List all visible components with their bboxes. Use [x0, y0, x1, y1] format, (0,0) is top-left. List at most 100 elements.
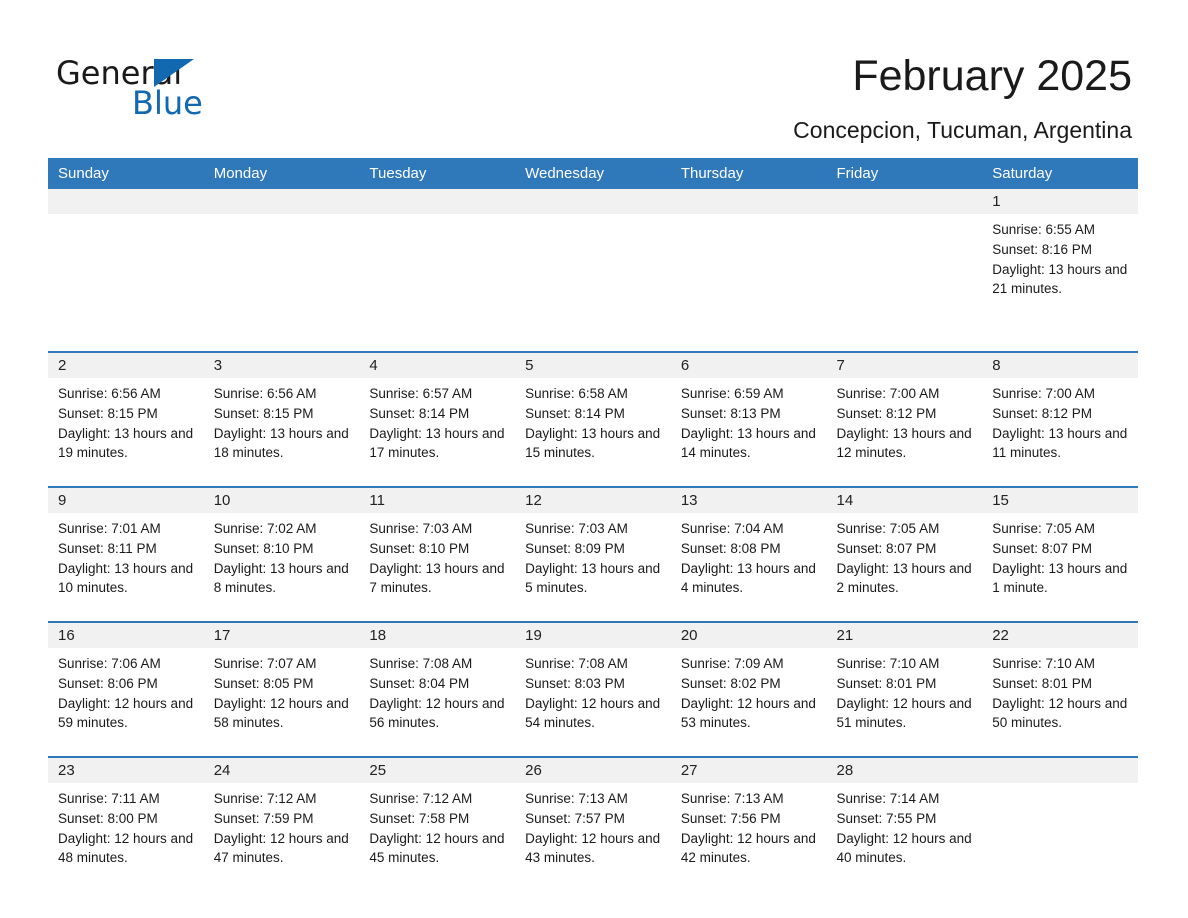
daylight-text: Daylight: 13 hours and 10 minutes.: [58, 560, 194, 596]
calendar-day-cell[interactable]: 28 Sunrise: 7:14 AM Sunset: 7:55 PM Dayligh…: [826, 756, 983, 887]
daylight-text: Daylight: 12 hours and 50 minutes.: [992, 695, 1128, 731]
calendar-day-cell[interactable]: 12 Sunrise: 7:03 AM Sunset: 8:09 PM Dayligh…: [515, 486, 671, 622]
sunset-text: Sunset: 8:12 PM: [992, 405, 1093, 421]
calendar-day-cell[interactable]: 27 Sunrise: 7:13 AM Sunset: 7:56 PM Dayligh…: [670, 756, 827, 887]
day-number: 23: [48, 758, 204, 783]
sunset-text: Sunset: 8:09 PM: [525, 540, 625, 556]
day-number: 11: [359, 488, 516, 513]
day-details: Sunrise: 7:00 AM Sunset: 8:12 PM Daylight:…: [982, 378, 1138, 463]
calendar-day-cell[interactable]: 11 Sunrise: 7:03 AM Sunset: 8:10 PM Dayligh…: [359, 486, 516, 622]
day-details: Sunrise: 7:10 AM Sunset: 8:01 PM Daylight:…: [827, 648, 983, 733]
daylight-text: Daylight: 12 hours and 59 minutes.: [58, 695, 194, 731]
daylight-text: Daylight: 12 hours and 42 minutes.: [680, 830, 816, 866]
calendar-day-cell[interactable]: 6 Sunrise: 6:59 AM Sunset: 8:13 PM Daylight…: [670, 351, 827, 487]
month-calendar-table: Sunday Monday Tuesday Wednesday Thursday…: [48, 158, 1138, 887]
daylight-text: Daylight: 13 hours and 8 minutes.: [213, 560, 349, 596]
sunset-text: Sunset: 8:10 PM: [369, 540, 470, 556]
day-number: [203, 189, 360, 214]
weekday-header-friday: Friday: [826, 158, 983, 189]
calendar-day-cell[interactable]: 9 Sunrise: 7:01 AM Sunset: 8:11 PM Daylight…: [48, 486, 204, 622]
calendar-day-cell[interactable]: 17 Sunrise: 7:07 AM Sunset: 8:05 PM Dayligh…: [203, 621, 360, 757]
calendar-page: General Blue February 2025 Concepcion, T…: [0, 0, 1188, 918]
calendar-week-row: 9 Sunrise: 7:01 AM Sunset: 8:11 PM Daylight…: [48, 486, 1138, 622]
sunset-text: Sunset: 7:56 PM: [680, 810, 781, 826]
sunset-text: Sunset: 8:15 PM: [213, 405, 314, 421]
day-details: Sunrise: 6:58 AM Sunset: 8:14 PM Daylight:…: [515, 378, 671, 463]
calendar-day-cell[interactable]: 25 Sunrise: 7:12 AM Sunset: 7:58 PM Dayligh…: [359, 756, 516, 887]
calendar-day-cell[interactable]: 19 Sunrise: 7:08 AM Sunset: 8:03 PM Dayligh…: [515, 621, 671, 757]
sunset-text: Sunset: 8:05 PM: [213, 675, 314, 691]
daylight-text: Daylight: 12 hours and 48 minutes.: [58, 830, 194, 866]
calendar-day-cell[interactable]: 15 Sunrise: 7:05 AM Sunset: 8:07 PM Dayligh…: [982, 486, 1138, 622]
day-details: Sunrise: 7:00 AM Sunset: 8:12 PM Daylight:…: [827, 378, 983, 463]
sunrise-text: Sunrise: 7:00 AM: [836, 386, 940, 401]
sunrise-text: Sunrise: 7:06 AM: [58, 656, 161, 671]
generalblue-logo[interactable]: General Blue: [56, 54, 256, 124]
day-number: 18: [359, 623, 516, 648]
daylight-text: Daylight: 13 hours and 17 minutes.: [369, 425, 505, 461]
day-number: 17: [203, 623, 360, 648]
calendar-day-cell[interactable]: 26 Sunrise: 7:13 AM Sunset: 7:57 PM Dayligh…: [515, 756, 671, 887]
weekday-header-sunday: Sunday: [48, 158, 204, 189]
day-number: 7: [826, 353, 983, 378]
page-header: General Blue February 2025 Concepcion, T…: [0, 0, 1188, 143]
day-number: 21: [826, 623, 983, 648]
daylight-text: Daylight: 12 hours and 51 minutes.: [836, 695, 972, 731]
calendar-day-cell[interactable]: 5 Sunrise: 6:58 AM Sunset: 8:14 PM Daylight…: [515, 351, 671, 487]
calendar-day-cell[interactable]: 13 Sunrise: 7:04 AM Sunset: 8:08 PM Dayligh…: [670, 486, 827, 622]
daylight-text: Daylight: 13 hours and 7 minutes.: [369, 560, 505, 596]
day-number: 27: [670, 758, 827, 783]
calendar-day-cell[interactable]: 10 Sunrise: 7:02 AM Sunset: 8:10 PM Dayligh…: [203, 486, 360, 622]
day-number: [826, 189, 983, 214]
calendar-week-row: 23 Sunrise: 7:11 AM Sunset: 8:00 PM Dayligh…: [48, 756, 1138, 887]
daylight-text: Daylight: 13 hours and 14 minutes.: [680, 425, 816, 461]
day-details: Sunrise: 6:59 AM Sunset: 8:13 PM Daylight:…: [671, 378, 827, 463]
calendar-day-cell[interactable]: 24 Sunrise: 7:12 AM Sunset: 7:59 PM Dayligh…: [203, 756, 360, 887]
calendar-day-cell[interactable]: 16 Sunrise: 7:06 AM Sunset: 8:06 PM Dayligh…: [48, 621, 204, 757]
sunrise-text: Sunrise: 6:56 AM: [213, 386, 317, 401]
day-details: Sunrise: 7:03 AM Sunset: 8:09 PM Daylight:…: [515, 513, 671, 598]
sunrise-text: Sunrise: 7:10 AM: [836, 656, 940, 671]
day-number: 9: [48, 488, 204, 513]
calendar-day-cell[interactable]: 14 Sunrise: 7:05 AM Sunset: 8:07 PM Dayligh…: [826, 486, 983, 622]
calendar-day-cell-empty: [982, 756, 1138, 887]
weekday-header-thursday: Thursday: [670, 158, 827, 189]
calendar-week-row: 2 Sunrise: 6:56 AM Sunset: 8:15 PM Daylight…: [48, 351, 1138, 487]
calendar-day-cell[interactable]: 7 Sunrise: 7:00 AM Sunset: 8:12 PM Daylight…: [826, 351, 983, 487]
day-number: [515, 189, 671, 214]
day-details: Sunrise: 7:13 AM Sunset: 7:56 PM Daylight:…: [671, 783, 827, 868]
day-details: Sunrise: 7:13 AM Sunset: 7:57 PM Daylight:…: [515, 783, 671, 868]
day-details: Sunrise: 7:08 AM Sunset: 8:04 PM Daylight:…: [359, 648, 515, 733]
day-details: Sunrise: 6:56 AM Sunset: 8:15 PM Daylight:…: [48, 378, 204, 463]
calendar-day-cell[interactable]: 22 Sunrise: 7:10 AM Sunset: 8:01 PM Dayligh…: [982, 621, 1138, 757]
sunset-text: Sunset: 8:07 PM: [836, 540, 937, 556]
sunset-text: Sunset: 8:10 PM: [213, 540, 314, 556]
calendar-day-cell[interactable]: 2 Sunrise: 6:56 AM Sunset: 8:15 PM Daylight…: [48, 351, 204, 487]
day-details: Sunrise: 7:02 AM Sunset: 8:10 PM Daylight:…: [204, 513, 360, 598]
day-number: 20: [670, 623, 827, 648]
day-number: 24: [203, 758, 360, 783]
sunrise-text: Sunrise: 7:12 AM: [369, 791, 473, 806]
sunrise-text: Sunrise: 7:04 AM: [680, 521, 784, 536]
calendar-day-cell[interactable]: 23 Sunrise: 7:11 AM Sunset: 8:00 PM Dayligh…: [48, 756, 204, 887]
day-number: 13: [670, 488, 827, 513]
calendar-day-cell[interactable]: 20 Sunrise: 7:09 AM Sunset: 8:02 PM Dayligh…: [670, 621, 827, 757]
calendar-day-cell[interactable]: 4 Sunrise: 6:57 AM Sunset: 8:14 PM Daylight…: [359, 351, 516, 487]
calendar-day-cell[interactable]: 3 Sunrise: 6:56 AM Sunset: 8:15 PM Daylight…: [203, 351, 360, 487]
daylight-text: Daylight: 13 hours and 12 minutes.: [836, 425, 972, 461]
day-details: Sunrise: 7:05 AM Sunset: 8:07 PM Daylight:…: [982, 513, 1138, 598]
day-details: Sunrise: 7:14 AM Sunset: 7:55 PM Daylight:…: [827, 783, 983, 868]
day-number: [670, 189, 827, 214]
calendar-day-cell[interactable]: 8 Sunrise: 7:00 AM Sunset: 8:12 PM Daylight…: [982, 351, 1138, 487]
calendar-day-cell[interactable]: 21 Sunrise: 7:10 AM Sunset: 8:01 PM Dayligh…: [826, 621, 983, 757]
calendar-day-cell[interactable]: 1 Sunrise: 6:55 AM Sunset: 8:16 PM Daylight…: [982, 189, 1138, 352]
day-number: 6: [670, 353, 827, 378]
calendar-day-cell[interactable]: 18 Sunrise: 7:08 AM Sunset: 8:04 PM Dayligh…: [359, 621, 516, 757]
sunrise-text: Sunrise: 7:09 AM: [680, 656, 784, 671]
daylight-text: Daylight: 12 hours and 56 minutes.: [369, 695, 505, 731]
sunset-text: Sunset: 8:14 PM: [369, 405, 470, 421]
sunset-text: Sunset: 8:04 PM: [369, 675, 470, 691]
daylight-text: Daylight: 13 hours and 5 minutes.: [525, 560, 661, 596]
sunrise-text: Sunrise: 7:14 AM: [836, 791, 940, 806]
sunset-text: Sunset: 8:01 PM: [836, 675, 937, 691]
